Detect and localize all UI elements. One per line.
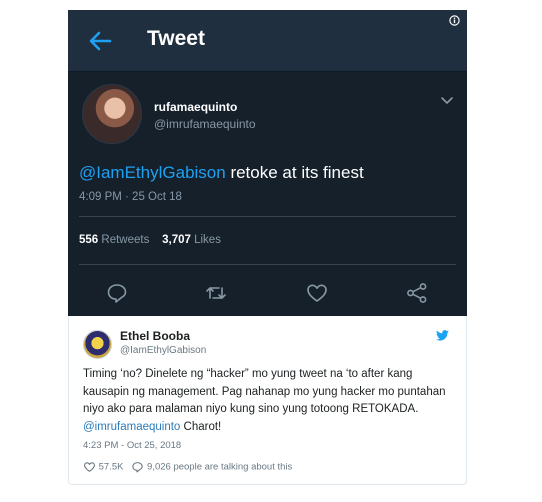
tweet-text: @IamEthylGabison retoke at its finest bbox=[79, 163, 364, 183]
embed-talking-link[interactable]: 9,026 people are talking about this bbox=[147, 462, 292, 473]
embed-actions: 57.5K 9,026 people are talking about thi… bbox=[83, 461, 292, 473]
embed-timestamp[interactable]: 4:23 PM - Oct 25, 2018 bbox=[83, 440, 181, 451]
retweets-count[interactable]: 556 bbox=[79, 234, 98, 246]
likes-count[interactable]: 3,707 bbox=[162, 234, 191, 246]
twitter-bird-icon[interactable] bbox=[436, 330, 449, 341]
tweet-detail-panel: Tweet rufamaequinto @imrufamaequinto @Ia… bbox=[68, 10, 467, 316]
divider bbox=[79, 216, 456, 217]
author-name[interactable]: rufamaequinto bbox=[154, 100, 237, 114]
avatar[interactable] bbox=[83, 330, 112, 359]
mention-link[interactable]: @imrufamaequinto bbox=[83, 421, 180, 433]
embed-tweet-text: Timing ‘no? Dinelete ng “hacker” mo yung… bbox=[83, 366, 458, 436]
divider bbox=[79, 264, 456, 265]
avatar[interactable] bbox=[82, 84, 142, 144]
author-handle[interactable]: @imrufamaequinto bbox=[154, 117, 256, 131]
chevron-down-icon[interactable] bbox=[440, 96, 454, 106]
comment-icon[interactable] bbox=[131, 461, 144, 473]
embed-body-end: Charot! bbox=[180, 420, 222, 433]
tweet-body: retoke at its finest bbox=[225, 163, 364, 182]
heart-icon[interactable] bbox=[83, 461, 96, 473]
embed-author-handle[interactable]: @IamEthylGabison bbox=[120, 345, 206, 356]
page-title: Tweet bbox=[147, 27, 205, 50]
reply-icon[interactable] bbox=[106, 282, 128, 304]
arrow-left-icon[interactable] bbox=[88, 30, 112, 52]
share-icon[interactable] bbox=[406, 282, 428, 304]
mention-link[interactable]: @IamEthylGabison bbox=[79, 163, 226, 182]
tweet-timestamp[interactable]: 4:09 PM · 25 Oct 18 bbox=[79, 191, 182, 203]
like-icon[interactable] bbox=[306, 282, 328, 304]
embed-body: Timing ‘no? Dinelete ng “hacker” mo yung… bbox=[83, 368, 446, 415]
retweets-label[interactable]: Retweets bbox=[101, 234, 149, 246]
tweet-stats: 556 Retweets 3,707 Likes bbox=[79, 234, 221, 246]
tweet-header: Tweet bbox=[68, 10, 467, 72]
info-circle-icon[interactable] bbox=[449, 15, 460, 26]
likes-label[interactable]: Likes bbox=[194, 234, 221, 246]
embed-likes-count[interactable]: 57.5K bbox=[99, 462, 124, 473]
embed-author-name[interactable]: Ethel Booba bbox=[120, 329, 190, 343]
retweet-icon[interactable] bbox=[205, 282, 227, 304]
embedded-tweet[interactable]: Ethel Booba @IamEthylGabison Timing ‘no?… bbox=[68, 316, 467, 485]
